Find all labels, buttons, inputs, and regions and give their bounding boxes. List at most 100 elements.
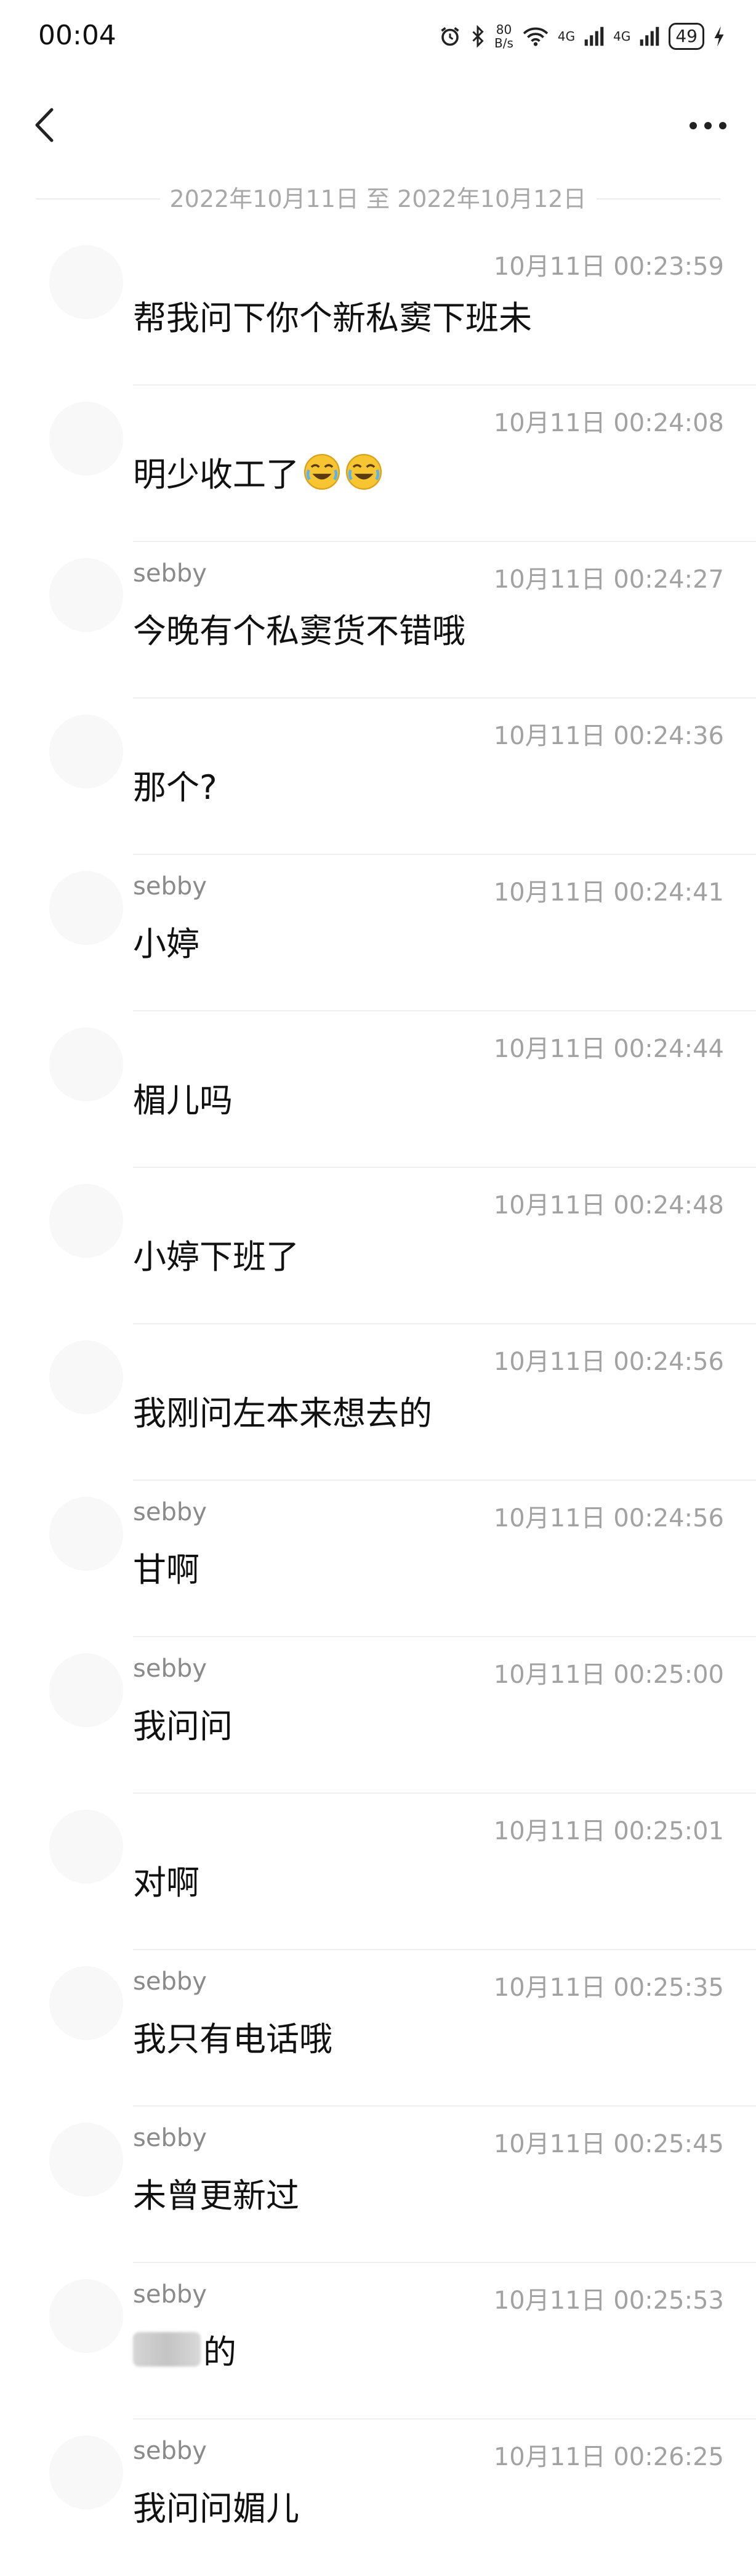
message-row[interactable]: 10月11日 00:24:44 楣儿吗	[0, 1011, 756, 1168]
avatar[interactable]	[49, 715, 123, 788]
message-time: 10月11日 00:24:08	[493, 409, 724, 437]
message-time: 10月11日 00:24:36	[493, 722, 724, 750]
redacted-block	[133, 2331, 201, 2367]
message-text: 未曾更新过	[133, 2168, 299, 2217]
message-text: 我只有电话哦	[133, 2012, 332, 2060]
more-button[interactable]	[683, 106, 733, 143]
message-time: 10月11日 00:24:41	[493, 878, 724, 907]
message-text: 我问问	[133, 1699, 233, 1748]
avatar[interactable]	[49, 871, 123, 945]
avatar[interactable]	[49, 1810, 123, 1884]
avatar[interactable]	[49, 1184, 123, 1258]
charging-icon	[714, 26, 724, 47]
avatar[interactable]	[49, 2123, 123, 2197]
message-text-content: 今晚有个私窦货不错哦	[133, 612, 465, 650]
message-text: 帮我问下你个新私窦下班未	[133, 291, 532, 339]
wifi-icon	[523, 27, 549, 46]
message-row[interactable]: sebby 10月11日 00:24:56 甘啊	[0, 1481, 756, 1637]
message-time: 10月11日 00:24:48	[493, 1191, 724, 1220]
signal-icon-2	[640, 26, 659, 46]
message-text: 的	[133, 2325, 236, 2373]
more-icon	[690, 122, 726, 129]
message-text-content: 我问问媚儿	[133, 2489, 299, 2528]
message-time: 10月11日 00:26:25	[493, 2443, 724, 2471]
avatar[interactable]	[49, 2436, 123, 2509]
avatar[interactable]	[49, 245, 123, 319]
message-text: 我刚问左本来想去的	[133, 1386, 432, 1435]
message-row[interactable]: sebby 10月11日 00:24:27 今晚有个私窦货不错哦	[0, 542, 756, 699]
message-time: 10月11日 00:24:56	[493, 1504, 724, 1533]
sender-name: sebby	[133, 559, 207, 588]
message-time: 10月11日 00:25:01	[493, 1817, 724, 1845]
message-row[interactable]: 10月11日 00:23:59 帮我问下你个新私窦下班未	[0, 229, 756, 386]
sender-name: sebby	[133, 1498, 207, 1526]
message-row[interactable]: sebby 10月11日 00:25:45 未曾更新过	[0, 2107, 756, 2263]
message-text-content: 我刚问左本来想去的	[133, 1394, 432, 1433]
message-time: 10月11日 00:25:53	[493, 2286, 724, 2315]
message-text-content: 的	[203, 2333, 236, 2371]
network-speed: 80 B/s	[494, 22, 513, 51]
message-text-content: 未曾更新过	[133, 2176, 299, 2215]
message-text: 对啊	[133, 1855, 199, 1904]
message-text-content: 我问问	[133, 1707, 233, 1746]
avatar[interactable]	[49, 1653, 123, 1727]
battery-indicator: 49	[669, 23, 704, 50]
sender-name: sebby	[133, 2124, 207, 2152]
message-text-content: 甘啊	[133, 1550, 199, 1589]
message-time: 10月11日 00:24:56	[493, 1348, 724, 1376]
message-row[interactable]: 10月11日 00:24:08 明少收工了	[0, 386, 756, 542]
date-range-header: 2022年10月11日 至 2022年10月12日	[36, 180, 720, 217]
alarm-icon	[441, 27, 459, 46]
avatar[interactable]	[49, 1966, 123, 2040]
message-row[interactable]: sebby 10月11日 00:24:41 小婷	[0, 855, 756, 1011]
message-text: 明少收工了	[133, 447, 383, 496]
avatar[interactable]	[49, 1497, 123, 1571]
nav-bar	[0, 86, 756, 166]
message-text: 我问问媚儿	[133, 2481, 299, 2530]
avatar[interactable]	[49, 2279, 123, 2353]
avatar[interactable]	[49, 558, 123, 632]
message-row[interactable]: 10月11日 00:24:48 小婷下班了	[0, 1168, 756, 1324]
message-row[interactable]: 10月11日 00:24:56 我刚问左本来想去的	[0, 1324, 756, 1481]
status-icons: 80 B/s 4G 4G 49	[439, 21, 725, 52]
sender-name: sebby	[133, 2437, 207, 2465]
date-range-text: 2022年10月11日 至 2022年10月12日	[159, 180, 597, 214]
signal-icon	[584, 26, 604, 46]
laugh-cry-emoji	[304, 453, 340, 490]
back-button[interactable]	[25, 103, 68, 147]
message-text: 甘啊	[133, 1542, 199, 1591]
message-row[interactable]: sebby 10月11日 00:25:35 我只有电话哦	[0, 1950, 756, 2107]
sender-name: sebby	[133, 872, 207, 901]
message-text: 楣儿吗	[133, 1073, 233, 1122]
message-row[interactable]: 10月11日 00:25:01 对啊	[0, 1794, 756, 1950]
signal-label-1: 4G	[557, 29, 576, 44]
message-time: 10月11日 00:23:59	[493, 253, 724, 281]
message-text-content: 明少收工了	[133, 455, 299, 494]
sender-name: sebby	[133, 1655, 207, 1683]
back-arrow-icon	[35, 108, 54, 142]
message-time: 10月11日 00:25:45	[493, 2130, 724, 2158]
message-row[interactable]: sebby 10月11日 00:26:25 我问问媚儿	[0, 2420, 756, 2576]
message-row[interactable]: sebby 10月11日 00:25:53 的	[0, 2263, 756, 2420]
message-text: 小婷	[133, 917, 199, 965]
laugh-cry-emoji	[345, 453, 382, 490]
message-time: 10月11日 00:24:44	[493, 1035, 724, 1063]
message-row[interactable]: 10月11日 00:24:36 那个?	[0, 699, 756, 855]
message-row[interactable]: sebby 10月11日 00:25:00 我问问	[0, 1637, 756, 1794]
sender-name: sebby	[133, 2280, 207, 2309]
message-time: 10月11日 00:24:27	[493, 565, 724, 594]
avatar[interactable]	[49, 402, 123, 476]
message-text: 小婷下班了	[133, 1229, 299, 1278]
message-text-content: 小婷下班了	[133, 1237, 299, 1276]
signal-label-2: 4G	[613, 29, 631, 44]
sender-name: sebby	[133, 1967, 207, 1996]
message-text: 那个?	[133, 760, 217, 809]
message-text-content: 楣儿吗	[133, 1081, 233, 1120]
message-text-content: 我只有电话哦	[133, 2020, 332, 2059]
message-text: 今晚有个私窦货不错哦	[133, 604, 465, 652]
message-text-content: 那个?	[133, 768, 217, 807]
message-text-content: 对啊	[133, 1863, 199, 1902]
message-text-content: 帮我问下你个新私窦下班未	[133, 299, 532, 338]
avatar[interactable]	[49, 1340, 123, 1414]
avatar[interactable]	[49, 1027, 123, 1101]
